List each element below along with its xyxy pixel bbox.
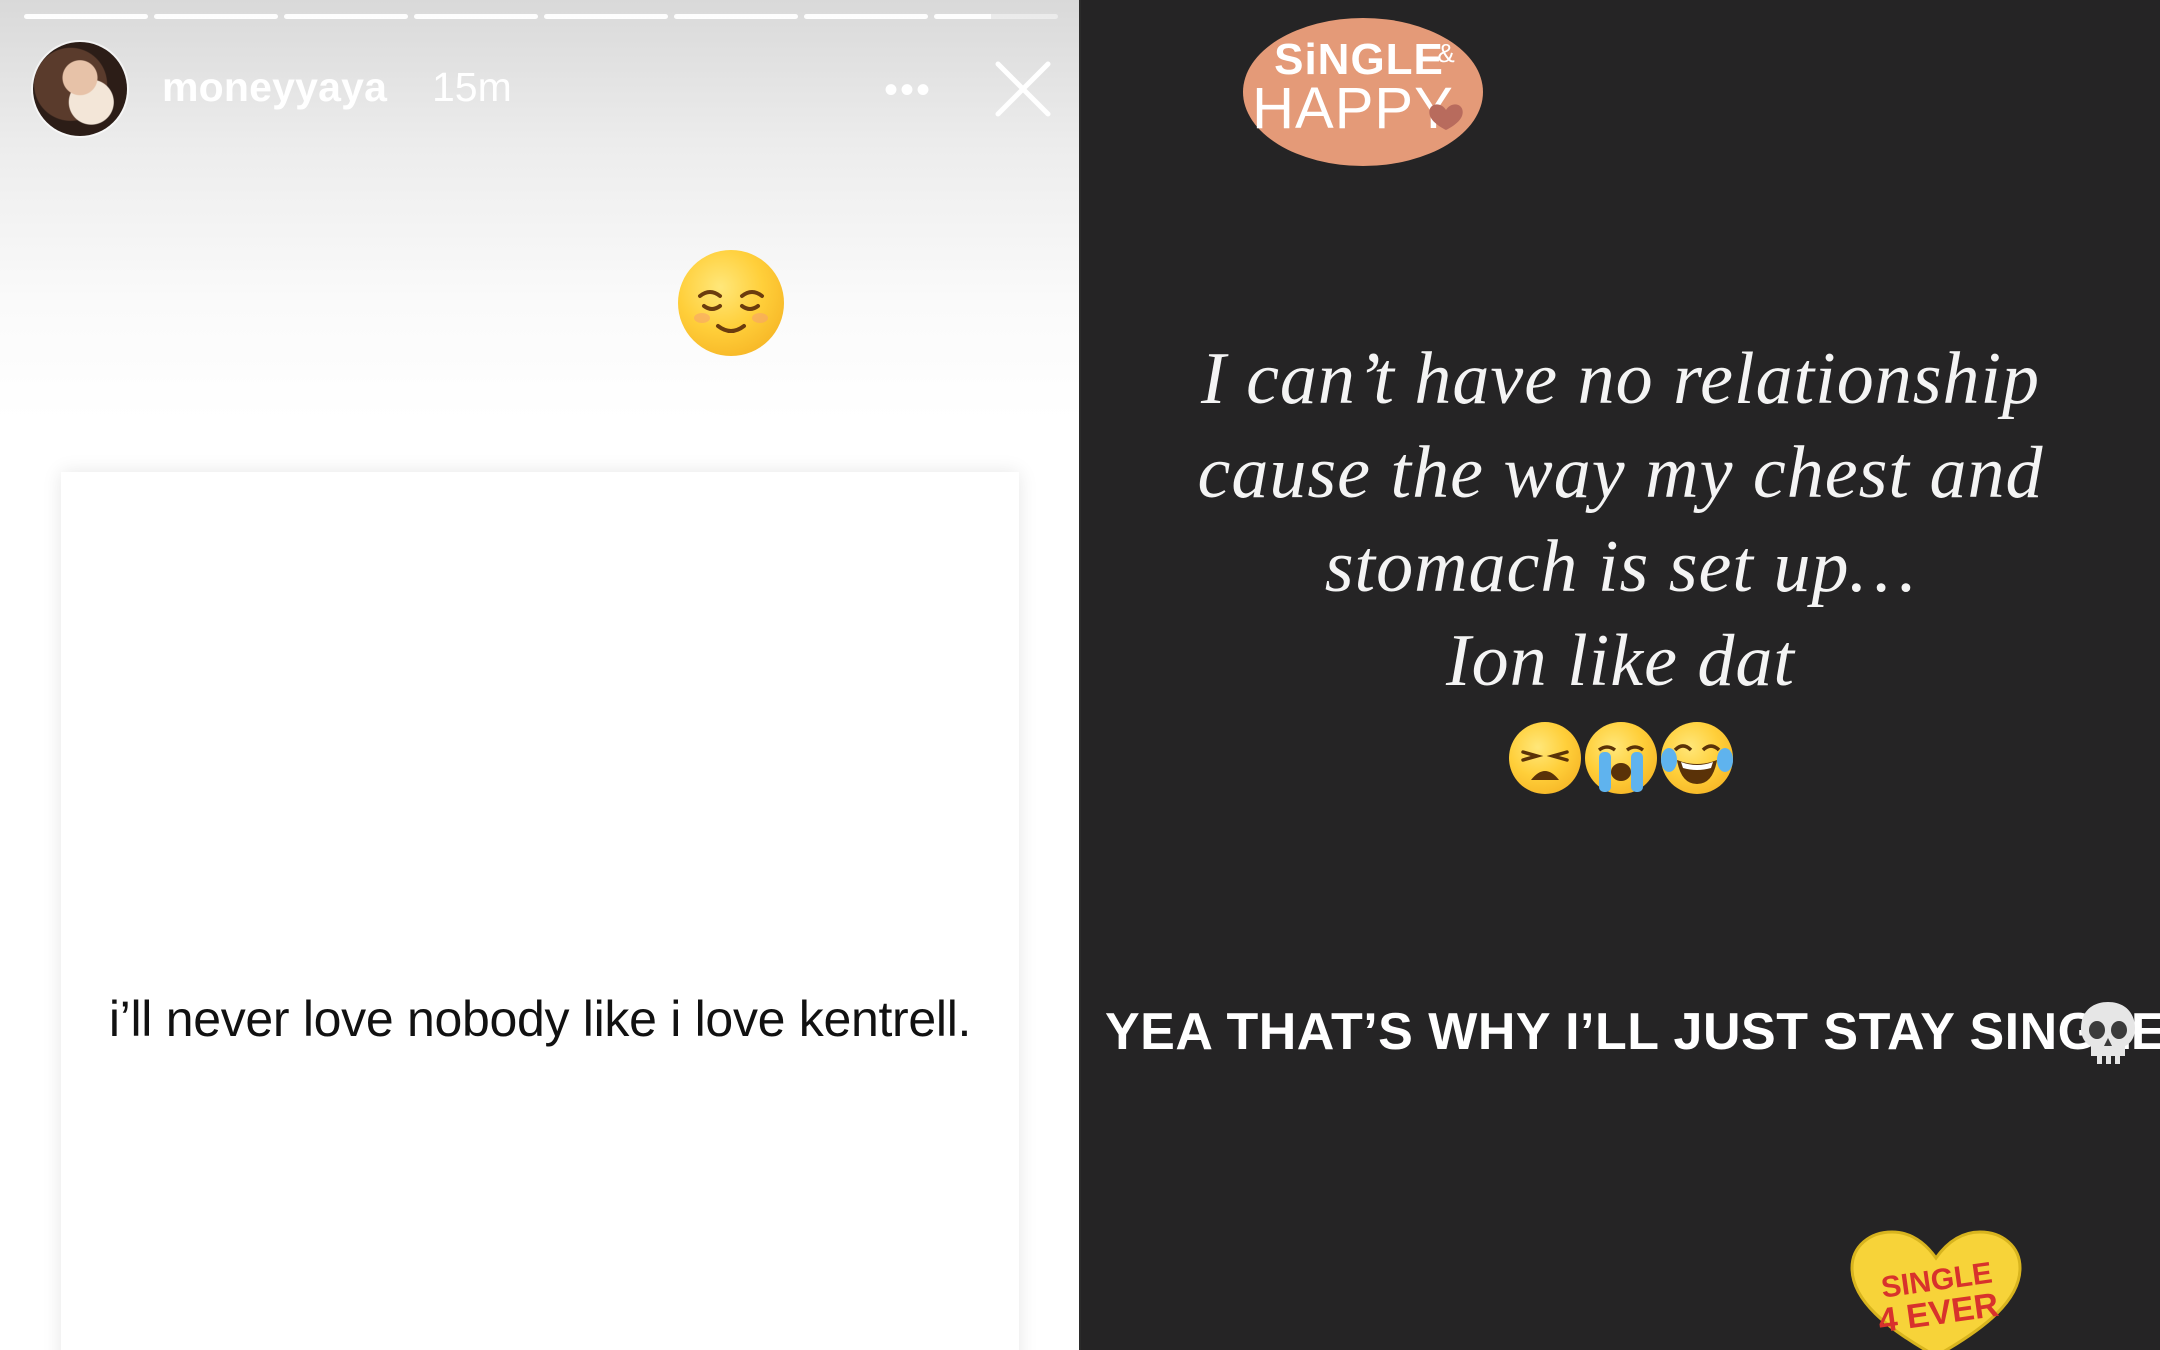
skull-icon: [2081, 1002, 2135, 1064]
quote-line: Ion like dat: [1445, 620, 1795, 702]
sticker-happy-amp: &: [1437, 38, 1454, 68]
progress-segment: [284, 14, 408, 19]
quote-line: stomach is set up…: [1324, 526, 1917, 608]
quote-line: cause the way my chest and: [1197, 432, 2044, 514]
avatar[interactable]: [33, 42, 127, 136]
quote-line: I can’t have no relationship: [1200, 338, 2041, 420]
face-with-tears-of-joy-emoji: [1661, 722, 1733, 794]
story-right[interactable]: SiNGLE & HAPPY I can’t have no relations…: [1081, 0, 2160, 1350]
shared-post-card[interactable]: i’ll never love nobody like i love kentr…: [61, 472, 1019, 1350]
story-progress-bar: [24, 14, 1058, 19]
single-4ever-heart-sticker[interactable]: SINGLE 4 EVER: [1846, 1228, 2026, 1350]
post-time: 15m: [432, 64, 512, 110]
progress-segment: [804, 14, 928, 19]
sticker-happy-line2: HAPPY: [1252, 76, 1454, 141]
relieved-face-emoji: [678, 250, 784, 356]
caps-caption: YEA THAT’S WHY I’LL JUST STAY SINGLE: [1105, 1003, 2160, 1061]
progress-segment: [24, 14, 148, 19]
more-icon: •••: [883, 68, 932, 112]
story-left[interactable]: moneyyaya 15m ••• i’ll never love nobody…: [0, 0, 1079, 1350]
weary-face-emoji: [1509, 722, 1581, 794]
more-options-button[interactable]: •••: [880, 68, 936, 112]
single-happy-sticker[interactable]: SiNGLE & HAPPY: [1241, 10, 1486, 168]
card-text: i’ll never love nobody like i love kentr…: [108, 991, 972, 1047]
emoji-row: [1509, 722, 1733, 794]
username[interactable]: moneyyaya: [162, 64, 387, 111]
progress-segment: [544, 14, 668, 19]
loudly-crying-face-emoji: [1585, 722, 1657, 794]
close-icon[interactable]: [992, 58, 1054, 120]
progress-segment-current: [934, 14, 1058, 19]
progress-segment: [154, 14, 278, 19]
progress-segment: [674, 14, 798, 19]
progress-segment: [414, 14, 538, 19]
story-quote: I can’t have no relationship cause the w…: [1081, 332, 2160, 708]
